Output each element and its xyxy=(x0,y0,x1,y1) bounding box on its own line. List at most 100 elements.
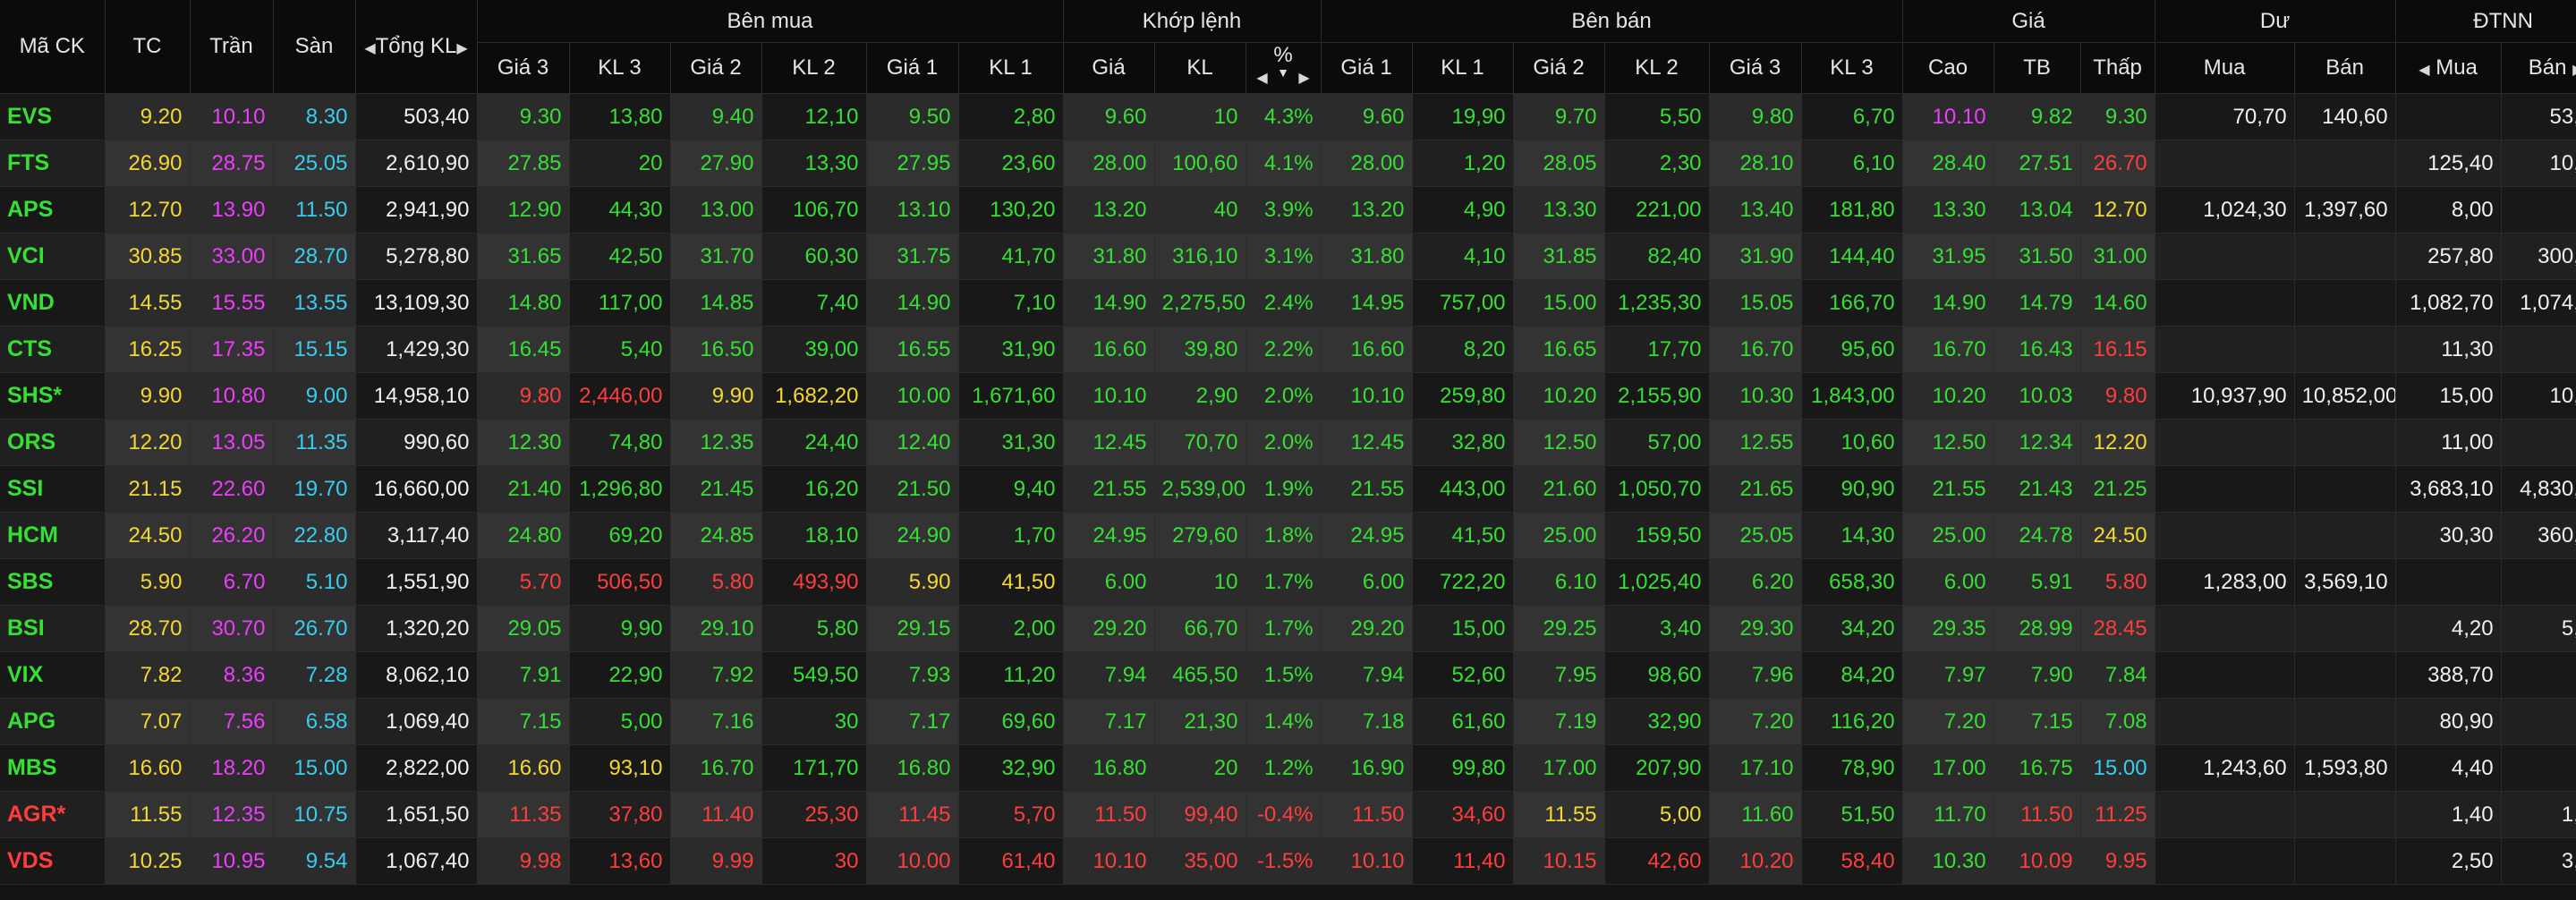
col-header-low[interactable]: Thấp xyxy=(2080,42,2155,94)
col-header-dtnn-ban[interactable]: Bán ▶ xyxy=(2501,42,2576,94)
col-header-high[interactable]: Cao xyxy=(1902,42,1994,94)
col-header-dtnn-mua[interactable]: ◀ Mua xyxy=(2395,42,2502,94)
col-header-sell-price-3[interactable]: Giá 3 xyxy=(1709,42,1802,94)
buy-price-3-cell: 12.90 xyxy=(477,186,570,233)
ceiling-price-cell: 26.20 xyxy=(190,512,274,559)
high-price-cell: 17.00 xyxy=(1902,744,1994,792)
symbol-cell[interactable]: VCI xyxy=(0,233,106,280)
sell-price-1-cell: 9.60 xyxy=(1321,93,1413,140)
symbol-cell[interactable]: APS xyxy=(0,186,106,233)
dtnn-ban-cell: 10 xyxy=(2501,326,2576,373)
sell-price-2-cell: 15.00 xyxy=(1513,279,1605,327)
sell-vol-1-cell: 259,80 xyxy=(1412,372,1514,420)
symbol-cell[interactable]: EVS xyxy=(0,93,106,140)
col-header-tc[interactable]: TC xyxy=(105,0,191,94)
symbol-cell[interactable]: VIX xyxy=(0,651,106,699)
table-row[interactable]: ORS 12.20 13.05 11.35 990,60 12.30 74,80 12.35 2… xyxy=(0,419,2576,466)
table-row[interactable]: CTS 16.25 17.35 15.15 1,429,30 16.45 5,40 16.50… xyxy=(0,326,2576,373)
table-row[interactable]: APS 12.70 13.90 11.50 2,941,90 12.90 44,30 13.0… xyxy=(0,186,2576,233)
col-header-sell-price-1[interactable]: Giá 1 xyxy=(1321,42,1413,94)
col-header-tran[interactable]: Trần xyxy=(190,0,274,94)
caret-left-icon[interactable]: ◀ xyxy=(1256,69,1267,87)
sell-price-3-cell: 25.05 xyxy=(1709,512,1802,559)
symbol-cell[interactable]: FTS xyxy=(0,140,106,187)
symbol-cell[interactable]: VND xyxy=(0,279,106,327)
col-header-match-vol[interactable]: KL xyxy=(1154,42,1246,94)
caret-right-icon[interactable]: ▶ xyxy=(1298,69,1309,87)
caret-left-icon[interactable]: ◀ xyxy=(364,39,375,57)
col-header-sell-vol-2[interactable]: KL 2 xyxy=(1604,42,1710,94)
low-price-cell: 28.45 xyxy=(2080,605,2155,652)
low-price-cell: 7.84 xyxy=(2080,651,2155,699)
symbol-cell[interactable]: CTS xyxy=(0,326,106,373)
col-header-avg[interactable]: TB xyxy=(1994,42,2081,94)
table-row[interactable]: BSI 28.70 30.70 26.70 1,320,20 29.05 9,90 29.10… xyxy=(0,605,2576,652)
table-row[interactable]: MBS 16.60 18.20 15.00 2,822,00 16.60 93,10 16.7… xyxy=(0,744,2576,792)
match-price-cell: 11.50 xyxy=(1063,791,1155,838)
col-header-tong-kl[interactable]: ◀Tổng KL▶ xyxy=(355,0,478,94)
table-row[interactable]: VIX 7.82 8.36 7.28 8,062,10 7.91 22,90 7.92 549,… xyxy=(0,651,2576,699)
symbol-cell[interactable]: HCM xyxy=(0,512,106,559)
caret-right-icon[interactable]: ▶ xyxy=(2572,61,2576,79)
match-vol-cell: 21,30 xyxy=(1154,698,1246,745)
low-price-cell: 12.20 xyxy=(2080,419,2155,466)
sell-price-3-cell: 21.65 xyxy=(1709,465,1802,513)
col-header-sell-vol-1[interactable]: KL 1 xyxy=(1412,42,1514,94)
symbol-cell[interactable]: APG xyxy=(0,698,106,745)
buy-vol-1-cell: 5,70 xyxy=(958,791,1064,838)
floor-price-cell: 15.00 xyxy=(273,744,356,792)
symbol-cell[interactable]: SBS xyxy=(0,558,106,606)
low-price-cell: 16.15 xyxy=(2080,326,2155,373)
col-header-buy-vol-2[interactable]: KL 2 xyxy=(761,42,867,94)
col-header-match-price[interactable]: Giá xyxy=(1063,42,1155,94)
col-header-buy-vol-3[interactable]: KL 3 xyxy=(569,42,671,94)
sort-desc-icon[interactable]: ▼ xyxy=(1273,66,1292,79)
symbol-cell[interactable]: SSI xyxy=(0,465,106,513)
table-row[interactable]: VDS 10.25 10.95 9.54 1,067,40 9.98 13,60 9.99 30… xyxy=(0,837,2576,885)
du-ban-cell: 1,397,60 xyxy=(2294,186,2396,233)
col-header-symbol[interactable]: Mã CK xyxy=(0,0,106,94)
col-header-san[interactable]: Sàn xyxy=(273,0,356,94)
col-header-buy-price-2[interactable]: Giá 2 xyxy=(670,42,762,94)
col-header-buy-vol-1[interactable]: KL 1 xyxy=(958,42,1064,94)
caret-right-icon[interactable]: ▶ xyxy=(456,39,467,57)
buy-vol-3-cell: 37,80 xyxy=(569,791,671,838)
table-row[interactable]: SHS* 9.90 10.80 9.00 14,958,10 9.80 2,446,00 9.… xyxy=(0,372,2576,420)
ceiling-price-cell: 22.60 xyxy=(190,465,274,513)
col-header-buy-price-1[interactable]: Giá 1 xyxy=(866,42,959,94)
symbol-cell[interactable]: ORS xyxy=(0,419,106,466)
table-row[interactable]: AGR* 11.55 12.35 10.75 1,651,50 11.35 37,80 11.… xyxy=(0,791,2576,838)
floor-price-cell: 22.80 xyxy=(273,512,356,559)
table-row[interactable]: APG 7.07 7.56 6.58 1,069,40 7.15 5,00 7.16 30 7.1… xyxy=(0,698,2576,745)
dtnn-mua-cell: 388,70 xyxy=(2395,651,2502,699)
symbol-cell[interactable]: AGR* xyxy=(0,791,106,838)
symbol-cell[interactable]: BSI xyxy=(0,605,106,652)
match-pct-cell: 2.2% xyxy=(1245,326,1322,373)
total-volume-cell: 5,278,80 xyxy=(355,233,478,280)
table-row[interactable]: EVS 9.20 10.10 8.30 503,40 9.30 13,80 9.40 12,10… xyxy=(0,93,2576,140)
table-row[interactable]: SBS 5.90 6.70 5.10 1,551,90 5.70 506,50 5.80 493… xyxy=(0,558,2576,606)
symbol-cell[interactable]: MBS xyxy=(0,744,106,792)
symbol-cell[interactable]: SHS* xyxy=(0,372,106,420)
group-header-dtnn: ĐTNN xyxy=(2395,0,2576,43)
buy-vol-1-cell: 9,40 xyxy=(958,465,1064,513)
table-row[interactable]: VCI 30.85 33.00 28.70 5,278,80 31.65 42,50 31.7… xyxy=(0,233,2576,280)
col-header-sell-vol-3[interactable]: KL 3 xyxy=(1801,42,1903,94)
col-header-sell-price-2[interactable]: Giá 2 xyxy=(1513,42,1605,94)
col-header-du-mua[interactable]: Mua xyxy=(2155,42,2295,94)
sell-price-1-cell: 14.95 xyxy=(1321,279,1413,327)
table-row[interactable]: HCM 24.50 26.20 22.80 3,117,40 24.80 69,20 24.8… xyxy=(0,512,2576,559)
col-header-du-ban[interactable]: Bán xyxy=(2294,42,2396,94)
table-row[interactable]: FTS 26.90 28.75 25.05 2,610,90 27.85 20 27.90 13… xyxy=(0,140,2576,187)
table-row[interactable]: SSI 21.15 22.60 19.70 16,660,00 21.40 1,296,80… xyxy=(0,465,2576,513)
symbol-cell[interactable]: VDS xyxy=(0,837,106,885)
col-header-match-pct[interactable]: ◀ % ▼ ▶ xyxy=(1245,42,1322,94)
col-header-buy-price-3[interactable]: Giá 3 xyxy=(477,42,570,94)
table-row[interactable]: VND 14.55 15.55 13.55 13,109,30 14.80 117,00 14… xyxy=(0,279,2576,327)
high-price-cell: 7.20 xyxy=(1902,698,1994,745)
ref-price-cell: 16.25 xyxy=(105,326,191,373)
buy-vol-3-cell: 13,80 xyxy=(569,93,671,140)
dtnn-ban-cell xyxy=(2501,698,2576,745)
caret-left-icon[interactable]: ◀ xyxy=(2419,61,2429,79)
sell-vol-2-cell: 42,60 xyxy=(1604,837,1710,885)
